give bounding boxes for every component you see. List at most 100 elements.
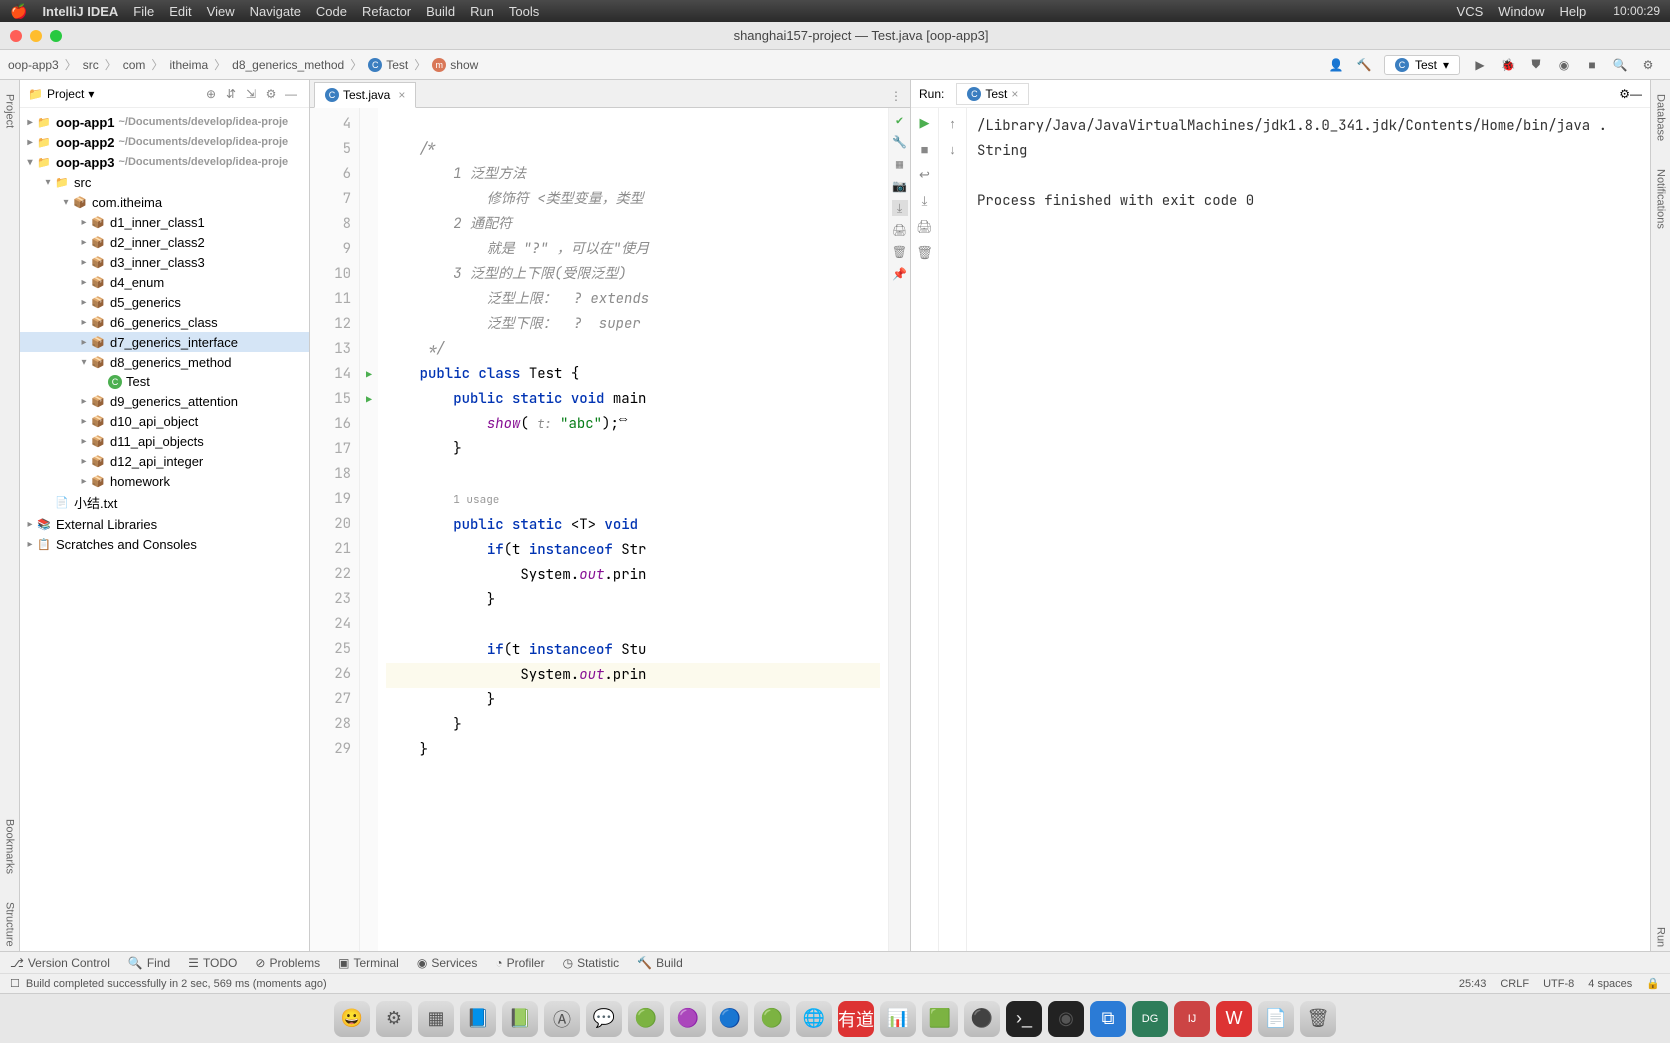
tree-item[interactable]: ▸📚External Libraries bbox=[20, 514, 309, 534]
dock-wps[interactable]: W bbox=[1216, 1001, 1252, 1037]
menu-code[interactable]: Code bbox=[316, 4, 347, 19]
hide-icon[interactable]: — bbox=[1630, 87, 1642, 101]
tree-item[interactable]: ▾📦com.itheima bbox=[20, 192, 309, 212]
tool-terminal[interactable]: ▣Terminal bbox=[338, 956, 399, 970]
window-minimize-button[interactable] bbox=[30, 30, 42, 42]
soft-wrap-icon[interactable]: ↩ bbox=[916, 166, 934, 184]
profile-button[interactable]: ◉ bbox=[1552, 53, 1576, 77]
camera-icon[interactable]: 📷 bbox=[892, 178, 908, 194]
encoding[interactable]: UTF-8 bbox=[1543, 978, 1574, 990]
menu-help[interactable]: Help bbox=[1560, 4, 1587, 19]
crumb-method[interactable]: show bbox=[450, 58, 478, 72]
tree-arrow-icon[interactable]: ▸ bbox=[78, 277, 90, 288]
pin-icon[interactable]: 📌 bbox=[892, 266, 908, 282]
run-tab[interactable]: C Test × bbox=[956, 83, 1029, 105]
dock-finder[interactable]: 😀 bbox=[334, 1001, 370, 1037]
dock-vscode[interactable]: ⧉ bbox=[1090, 1001, 1126, 1037]
close-icon[interactable]: × bbox=[398, 88, 405, 102]
hide-icon[interactable]: — bbox=[281, 87, 301, 101]
dock-app[interactable]: 📗 bbox=[502, 1001, 538, 1037]
tool-build[interactable]: 🔨Build bbox=[637, 956, 683, 970]
tree-item[interactable]: CTest bbox=[20, 372, 309, 391]
tree-item[interactable]: ▸📦d7_generics_interface bbox=[20, 332, 309, 352]
search-icon[interactable]: 🔍 bbox=[1608, 53, 1632, 77]
gutter-notifications[interactable]: Notifications bbox=[1655, 165, 1667, 233]
tree-arrow-icon[interactable]: ▸ bbox=[78, 476, 90, 487]
download-icon[interactable]: ⤓ bbox=[892, 200, 908, 216]
tree-item[interactable]: ▸📦d5_generics bbox=[20, 292, 309, 312]
settings-icon[interactable]: ⚙ bbox=[1636, 53, 1660, 77]
tree-item[interactable]: 📄小结.txt bbox=[20, 491, 309, 514]
dock-wechat[interactable]: 🟢 bbox=[628, 1001, 664, 1037]
run-gutter-icon[interactable]: ▶ bbox=[360, 387, 378, 412]
run-config-selector[interactable]: C Test ▾ bbox=[1384, 55, 1460, 75]
tree-item[interactable]: ▸📦d6_generics_class bbox=[20, 312, 309, 332]
rerun-icon[interactable]: ▶ bbox=[916, 114, 934, 132]
dock-datagrip[interactable]: DG bbox=[1132, 1001, 1168, 1037]
tree-arrow-icon[interactable]: ▸ bbox=[78, 297, 90, 308]
menu-file[interactable]: File bbox=[133, 4, 154, 19]
print-icon[interactable]: 🖨 bbox=[916, 218, 934, 236]
dock-chrome[interactable]: 🌐 bbox=[796, 1001, 832, 1037]
tree-item[interactable]: ▾📁oop-app3~/Documents/develop/idea-proje bbox=[20, 152, 309, 172]
dock-terminal[interactable]: ›_ bbox=[1006, 1001, 1042, 1037]
add-config-button[interactable]: 👤 bbox=[1324, 53, 1348, 77]
window-zoom-button[interactable] bbox=[50, 30, 62, 42]
dock-messages[interactable]: 💬 bbox=[586, 1001, 622, 1037]
menu-vcs[interactable]: VCS bbox=[1457, 4, 1484, 19]
tree-arrow-icon[interactable]: ▸ bbox=[24, 519, 36, 530]
menu-tools[interactable]: Tools bbox=[509, 4, 539, 19]
dock-app[interactable]: 📘 bbox=[460, 1001, 496, 1037]
tree-arrow-icon[interactable]: ▸ bbox=[24, 539, 36, 550]
dock-intellij[interactable]: IJ bbox=[1174, 1001, 1210, 1037]
settings-icon[interactable]: ⚙ bbox=[1619, 87, 1630, 101]
collapse-all-icon[interactable]: ⇲ bbox=[241, 87, 261, 101]
tree-item[interactable]: ▸📦d3_inner_class3 bbox=[20, 252, 309, 272]
apple-icon[interactable]: 🍎 bbox=[10, 3, 27, 20]
stop-icon[interactable]: ■ bbox=[916, 140, 934, 158]
menu-run[interactable]: Run bbox=[470, 4, 494, 19]
tree-item[interactable]: ▸📁oop-app1~/Documents/develop/idea-proje bbox=[20, 112, 309, 132]
indent[interactable]: 4 spaces bbox=[1588, 978, 1632, 990]
dock-trash[interactable]: 🗑 bbox=[1300, 1001, 1336, 1037]
tree-arrow-icon[interactable]: ▾ bbox=[60, 197, 72, 208]
expand-all-icon[interactable]: ⇵ bbox=[221, 87, 241, 101]
dock-app[interactable]: 🔵 bbox=[712, 1001, 748, 1037]
dock-launchpad[interactable]: ▦ bbox=[418, 1001, 454, 1037]
tree-item[interactable]: ▾📁src bbox=[20, 172, 309, 192]
tree-arrow-icon[interactable]: ▸ bbox=[78, 456, 90, 467]
menu-refactor[interactable]: Refactor bbox=[362, 4, 411, 19]
project-tree[interactable]: ▸📁oop-app1~/Documents/develop/idea-proje… bbox=[20, 108, 309, 951]
tool-version-control[interactable]: ⎇Version Control bbox=[10, 956, 110, 970]
code-area[interactable]: /* 1 泛型方法 修饰符 <类型变量，类型 2 通配符 就是 "?" ，可以在… bbox=[378, 108, 888, 951]
editor-tab-test[interactable]: C Test.java × bbox=[314, 82, 416, 108]
gutter-bookmarks[interactable]: Bookmarks bbox=[4, 815, 16, 878]
tree-arrow-icon[interactable]: ▸ bbox=[78, 317, 90, 328]
dock-app[interactable]: ⚫ bbox=[964, 1001, 1000, 1037]
line-separator[interactable]: CRLF bbox=[1500, 978, 1529, 990]
tree-item[interactable]: ▸📦d1_inner_class1 bbox=[20, 212, 309, 232]
tool-problems[interactable]: ⊘Problems bbox=[255, 956, 320, 970]
tool-todo[interactable]: ☰TODO bbox=[188, 956, 237, 970]
tree-item[interactable]: ▸📁oop-app2~/Documents/develop/idea-proje bbox=[20, 132, 309, 152]
run-console[interactable]: /Library/Java/JavaVirtualMachines/jdk1.8… bbox=[967, 108, 1650, 951]
run-gutter-icon[interactable]: ▶ bbox=[360, 362, 378, 387]
crumb-pkg[interactable]: d8_generics_method bbox=[232, 58, 344, 72]
coverage-button[interactable]: ⛊ bbox=[1524, 53, 1548, 77]
lock-icon[interactable]: 🔒 bbox=[1646, 977, 1660, 990]
crumb-src[interactable]: src bbox=[83, 58, 99, 72]
settings-icon[interactable]: ⚙ bbox=[261, 87, 281, 101]
tree-arrow-icon[interactable]: ▸ bbox=[78, 257, 90, 268]
dock-app[interactable]: 🟢 bbox=[754, 1001, 790, 1037]
tree-arrow-icon[interactable]: ▾ bbox=[78, 357, 90, 368]
tree-arrow-icon[interactable]: ▸ bbox=[78, 396, 90, 407]
tree-item[interactable]: ▸📦d4_enum bbox=[20, 272, 309, 292]
menu-edit[interactable]: Edit bbox=[169, 4, 191, 19]
tree-item[interactable]: ▾📦d8_generics_method bbox=[20, 352, 309, 372]
menu-build[interactable]: Build bbox=[426, 4, 455, 19]
gutter-database[interactable]: Database bbox=[1655, 90, 1667, 145]
crumb-module[interactable]: oop-app3 bbox=[8, 58, 59, 72]
tree-item[interactable]: ▸📦homework bbox=[20, 471, 309, 491]
tool-profiler[interactable]: ◔Profiler bbox=[495, 956, 544, 970]
tab-menu-icon[interactable]: ⋮ bbox=[882, 85, 910, 107]
